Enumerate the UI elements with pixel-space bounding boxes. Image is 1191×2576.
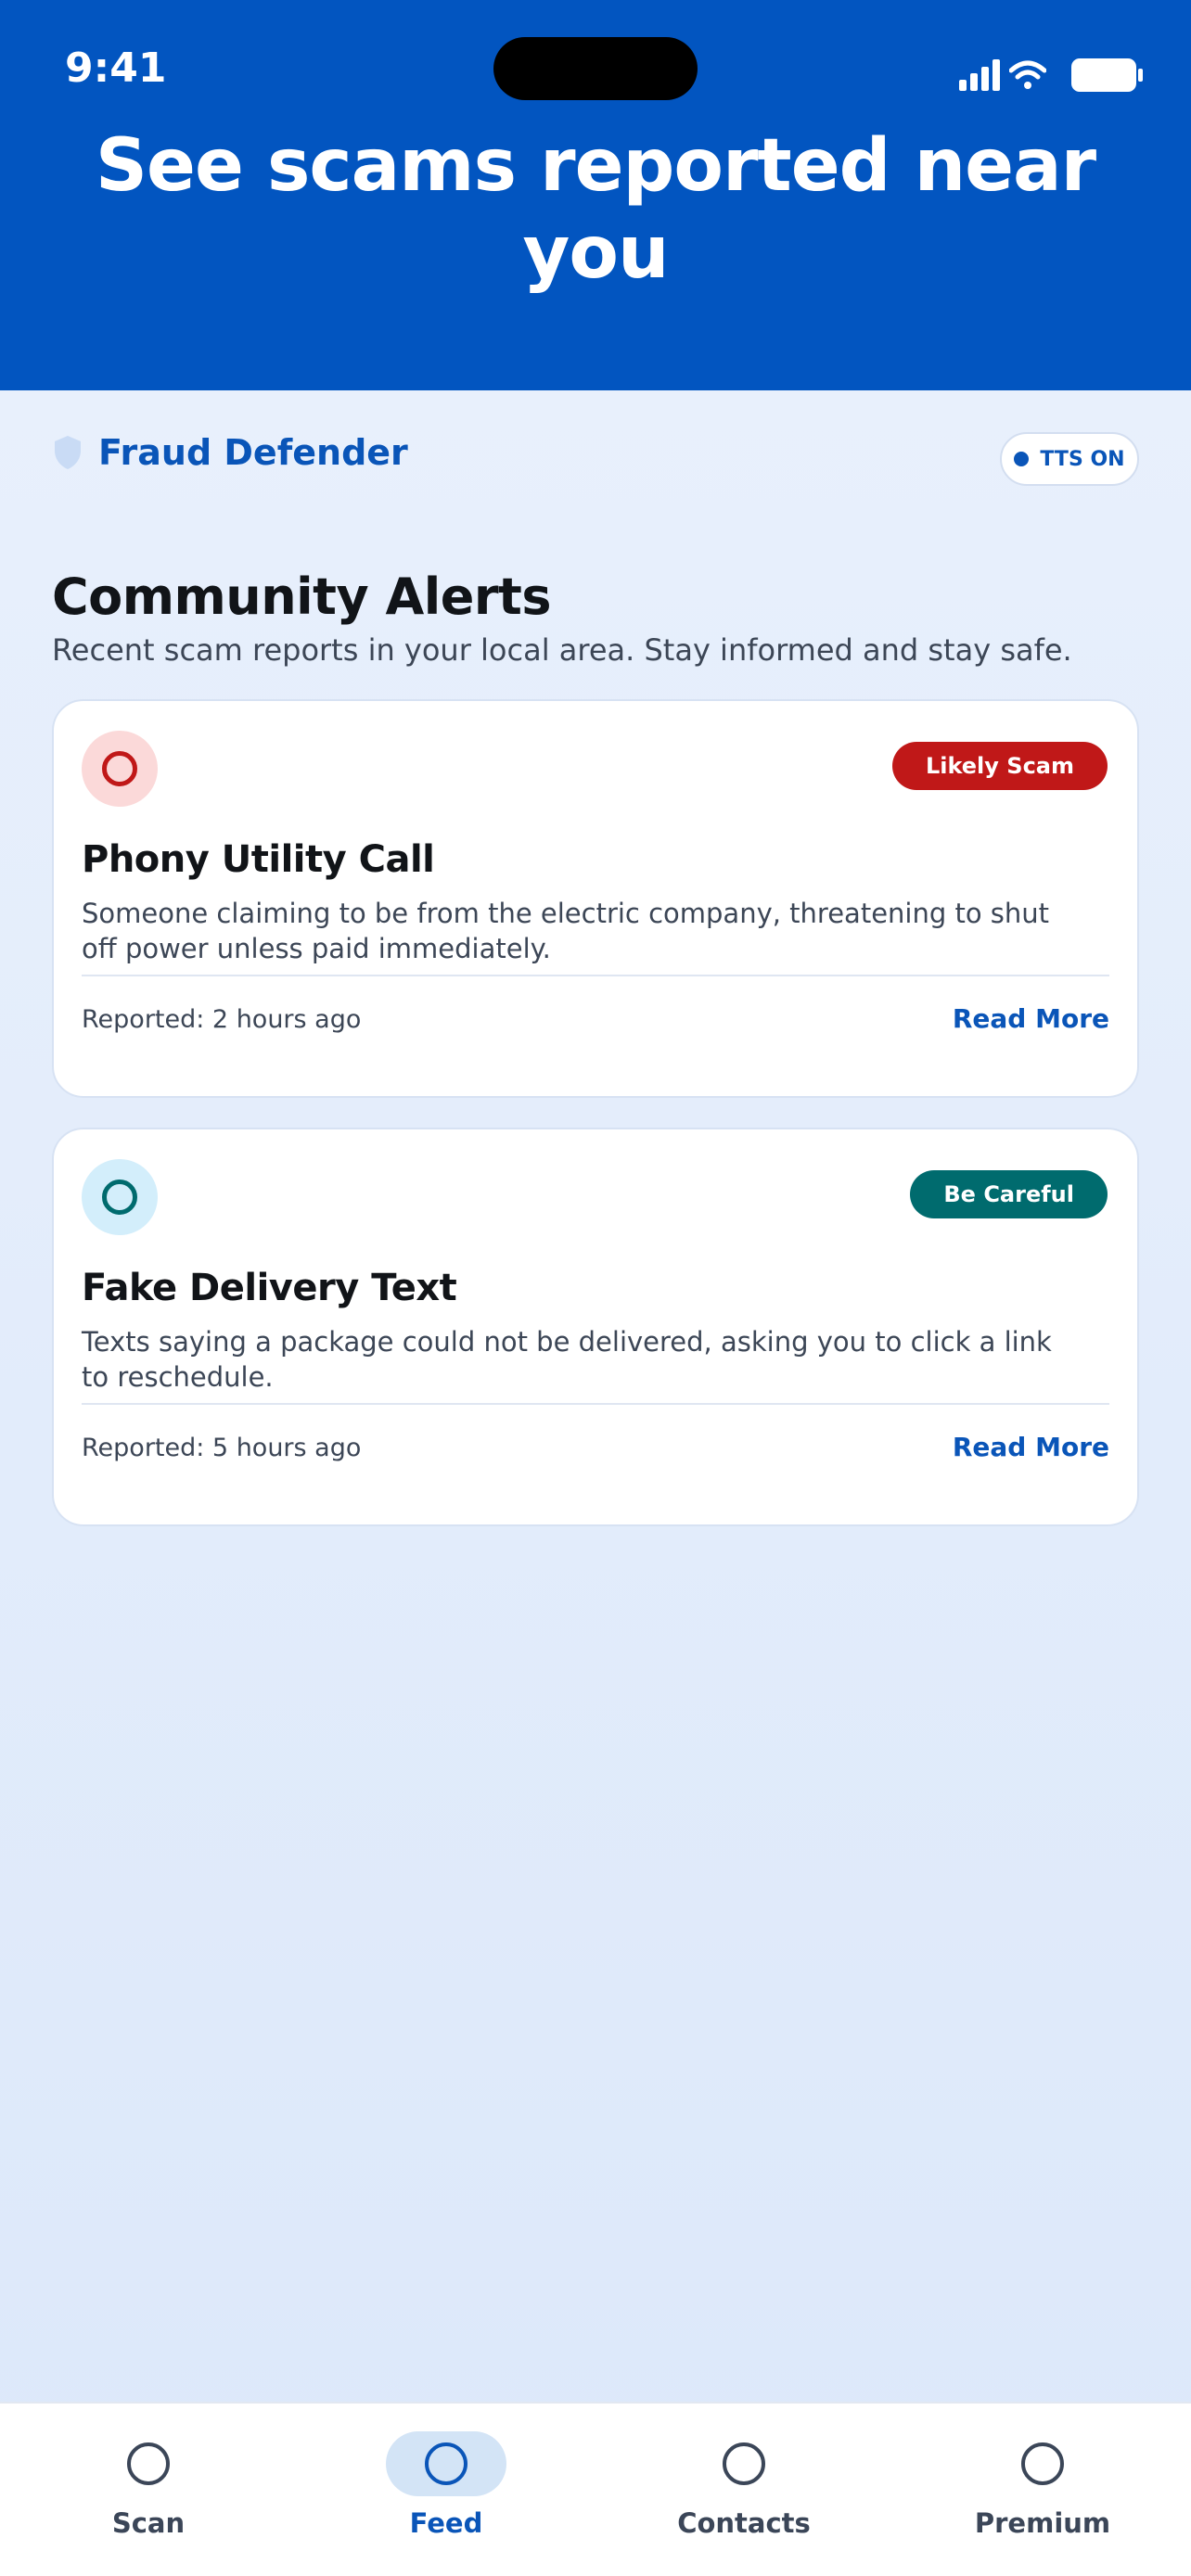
read-more-link[interactable]: Read More xyxy=(953,1432,1109,1462)
contacts-icon xyxy=(723,2442,765,2485)
tab-label: Feed xyxy=(409,2507,483,2539)
shield-icon xyxy=(55,436,81,469)
scan-icon xyxy=(127,2442,170,2485)
read-more-link[interactable]: Read More xyxy=(953,1003,1109,1034)
status-time: 9:41 xyxy=(65,45,167,92)
wifi-icon xyxy=(1009,60,1046,89)
alert-circle-icon xyxy=(102,1180,137,1215)
tts-label: TTS ON xyxy=(1040,447,1125,471)
alert-description: Texts saying a package could not be deli… xyxy=(82,1326,1052,1393)
alert-card[interactable]: Likely Scam Phony Utility Call Someone c… xyxy=(52,699,1139,1098)
tab-premium[interactable]: Premium xyxy=(931,2431,1154,2561)
battery-icon xyxy=(1071,58,1143,92)
alert-circle-icon xyxy=(102,751,137,786)
bottom-tab-bar: Scan Feed Contacts Premium xyxy=(0,2402,1191,2576)
signal-icon xyxy=(959,59,1000,91)
card-divider xyxy=(82,975,1109,976)
status-badge: Likely Scam xyxy=(891,742,1108,790)
alert-title: Fake Delivery Text xyxy=(82,1267,457,1309)
brand-row: Fraud Defender xyxy=(52,432,408,473)
status-icons xyxy=(959,57,1145,93)
alert-description: Someone claiming to be from the electric… xyxy=(82,898,1050,964)
tab-label: Premium xyxy=(974,2507,1111,2539)
alert-title: Phony Utility Call xyxy=(82,838,435,881)
alert-card[interactable]: Be Careful Fake Delivery Text Texts sayi… xyxy=(52,1128,1139,1526)
brand-name: Fraud Defender xyxy=(98,432,408,473)
alert-icon xyxy=(82,1159,158,1235)
section-title: Community Alerts xyxy=(52,567,552,626)
alert-reported-time: Reported: 5 hours ago xyxy=(82,1434,362,1462)
status-badge: Be Careful xyxy=(910,1170,1108,1218)
alert-icon xyxy=(82,731,158,807)
tab-contacts[interactable]: Contacts xyxy=(633,2431,855,2561)
tab-label: Contacts xyxy=(677,2507,811,2539)
section-subtitle: Recent scam reports in your local area. … xyxy=(52,632,1072,668)
tts-toggle[interactable]: TTS ON xyxy=(1000,432,1139,486)
alert-reported-time: Reported: 2 hours ago xyxy=(82,1005,362,1034)
tab-label: Scan xyxy=(111,2507,186,2539)
card-divider xyxy=(82,1403,1109,1405)
hero-header: 9:41 See scams reported near you xyxy=(0,0,1191,390)
tab-feed[interactable]: Feed xyxy=(335,2431,557,2561)
tab-scan[interactable]: Scan xyxy=(37,2431,260,2561)
dynamic-island xyxy=(493,37,698,100)
premium-icon xyxy=(1021,2442,1064,2485)
hero-title: See scams reported near you xyxy=(95,124,1096,295)
feed-icon xyxy=(425,2442,467,2485)
tts-status-dot xyxy=(1014,452,1030,466)
